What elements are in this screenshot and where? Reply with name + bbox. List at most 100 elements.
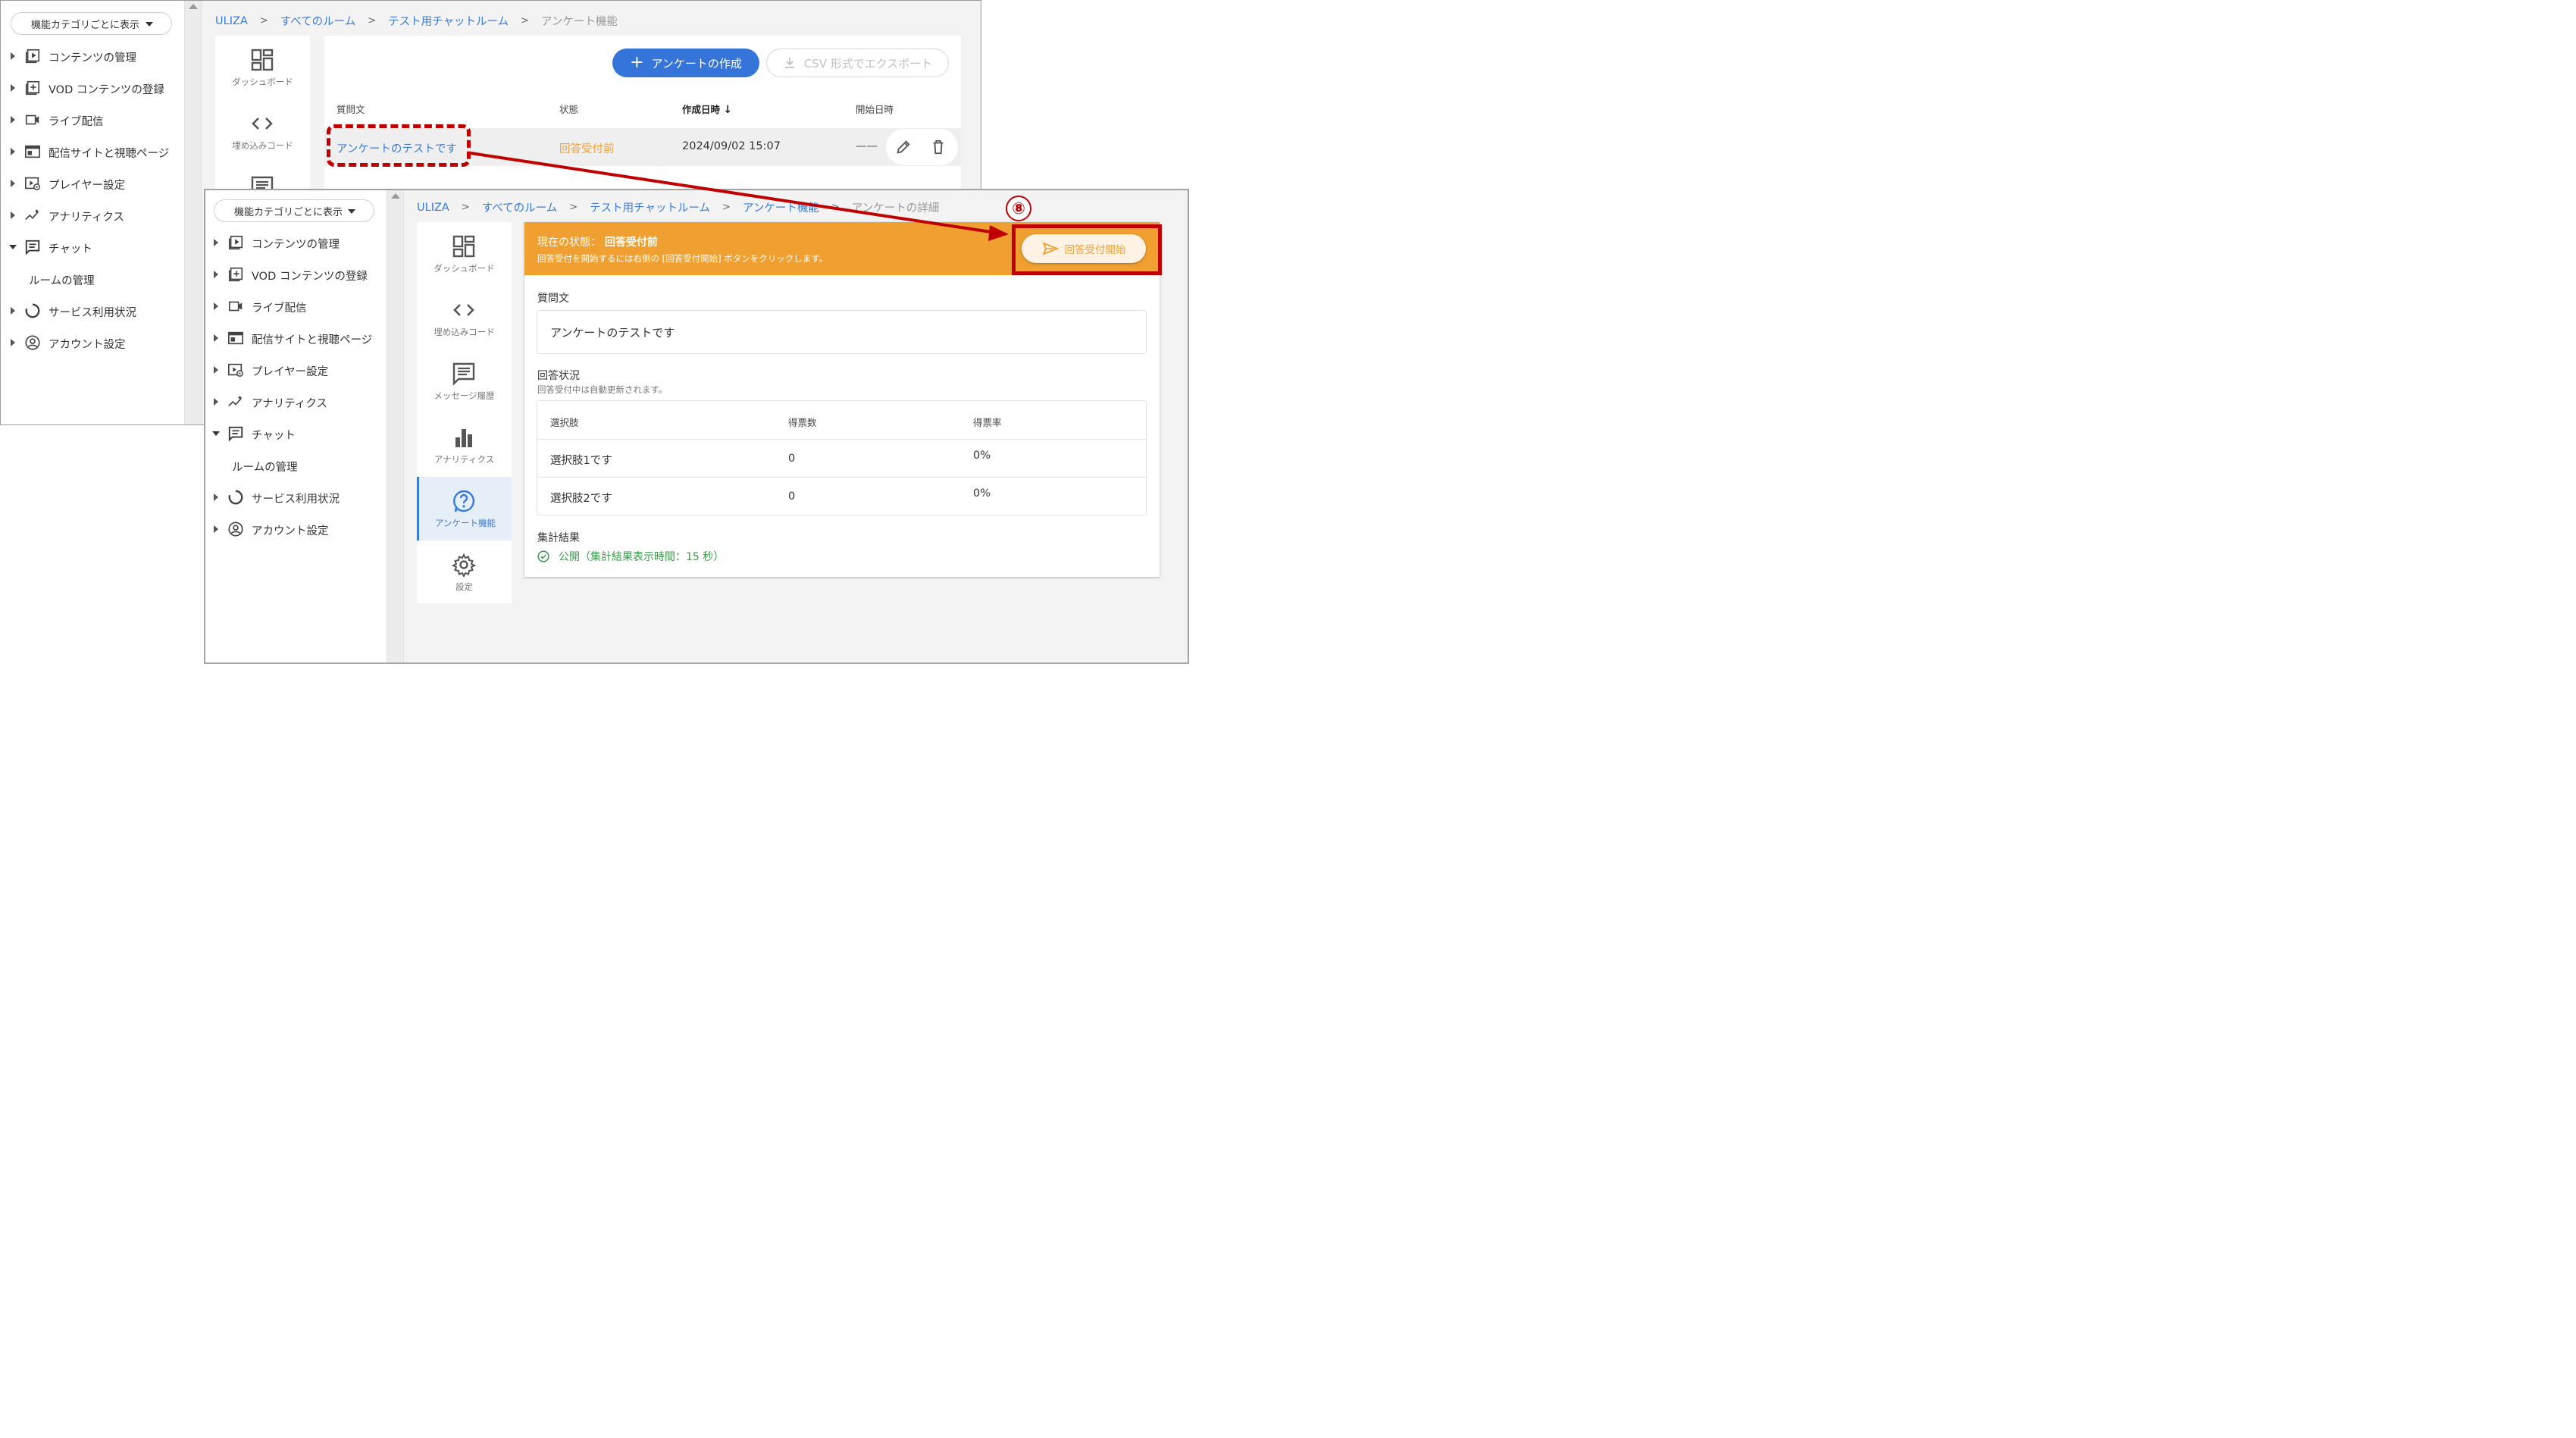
col-started: 開始日時 [856, 104, 894, 115]
func-nav-messages[interactable]: メッセージ履歴 [417, 349, 512, 413]
dashboard-icon [251, 49, 274, 71]
func-nav-survey[interactable]: アンケート機能 [417, 477, 512, 540]
sidebar-item-vod-register[interactable]: VOD コンテンツの登録 [1, 72, 184, 104]
breadcrumb-separator: > [461, 202, 470, 213]
edit-pencil-icon[interactable] [895, 139, 912, 155]
breadcrumb-link[interactable]: すべてのルーム [280, 13, 355, 29]
survey-detail-window: 機能カテゴリごとに表示 コンテンツの管理 VOD コンテンツの登録 ライブ配信 [205, 190, 1188, 663]
scroll-up-icon[interactable] [189, 4, 198, 9]
sidebar-item-contents[interactable]: コンテンツの管理 [1, 40, 184, 72]
breadcrumb-separator: > [368, 15, 377, 27]
sidebar-item-label: アカウント設定 [252, 525, 329, 537]
table-header: 質問文 状態 作成日時 ↓ 開始日時 [324, 99, 961, 127]
sidebar-scrollbar[interactable] [185, 1, 202, 425]
breadcrumb-link[interactable]: テスト用チャットルーム [590, 199, 710, 215]
expand-arrow-icon [214, 239, 218, 246]
breadcrumb-link[interactable]: アンケート機能 [743, 199, 819, 215]
sidebar-item-vod-register[interactable]: VOD コンテンツの登録 [205, 258, 387, 290]
sidebar-scrollbar[interactable] [387, 190, 404, 663]
breadcrumb-link[interactable]: テスト用チャットルーム [388, 13, 509, 29]
status-text: 回答受付前 [559, 143, 615, 155]
sidebar-item-live[interactable]: ライブ配信 [205, 290, 387, 322]
csv-export-button[interactable]: CSV 形式でエクスポート [766, 49, 949, 77]
download-icon [784, 58, 794, 68]
breadcrumb-link[interactable]: すべてのルーム [482, 199, 557, 215]
rate-cell: 0% [973, 450, 991, 462]
sidebar-item-label: VOD コンテンツの登録 [252, 271, 368, 283]
sidebar-item-chat[interactable]: チャット [1, 231, 184, 263]
sidebar-item-account[interactable]: アカウント設定 [1, 327, 184, 359]
rate-cell: 0% [973, 487, 991, 500]
func-nav-dashboard[interactable]: ダッシュボード [215, 36, 310, 99]
sidebar-item-player[interactable]: プレイヤー設定 [1, 168, 184, 199]
expand-arrow-icon [214, 525, 218, 533]
breadcrumb-link[interactable]: ULIZA [215, 15, 248, 27]
plus-icon: + [630, 53, 644, 72]
expand-arrow-icon [11, 84, 15, 92]
sidebar-subitem-rooms[interactable]: ルームの管理 [205, 450, 387, 481]
start-accepting-button[interactable]: 回答受付開始 [1022, 234, 1146, 263]
usage-ring-icon [25, 303, 40, 318]
chevron-down-icon [348, 209, 355, 214]
expand-arrow-icon [214, 366, 218, 374]
col-votes: 得票数 [788, 417, 817, 428]
breadcrumb-current: アンケート機能 [540, 16, 618, 28]
sidebar-item-sites[interactable]: 配信サイトと視聴ページ [1, 136, 184, 168]
current-state-prefix: 現在の状態： [537, 237, 601, 249]
create-survey-button[interactable]: + アンケートの作成 [612, 49, 759, 77]
expand-arrow-icon [11, 211, 15, 219]
play-box-icon [25, 49, 40, 64]
scroll-up-icon[interactable] [391, 193, 400, 199]
sidebar-item-analytics[interactable]: アナリティクス [1, 199, 184, 231]
func-nav-embed-code[interactable]: 埋め込みコード [417, 286, 512, 349]
answers-note: 回答受付中は自動更新されます。 [537, 384, 668, 395]
message-history-icon [452, 362, 475, 386]
breadcrumb-separator: > [722, 202, 731, 213]
check-circle-icon [537, 550, 549, 562]
expand-arrow-icon [214, 334, 218, 342]
sidebar-subitem-rooms[interactable]: ルームの管理 [1, 263, 184, 295]
sidebar-item-usage[interactable]: サービス利用状況 [1, 295, 184, 327]
csv-export-label: CSV 形式でエクスポート [803, 56, 933, 70]
start-accepting-label: 回答受付開始 [1064, 244, 1126, 256]
expand-arrow-icon [214, 271, 218, 278]
send-icon [1041, 242, 1059, 255]
expand-arrow-icon [214, 493, 218, 501]
sidebar-item-account[interactable]: アカウント設定 [205, 513, 387, 545]
account-icon [228, 522, 243, 537]
table-row[interactable]: アンケートのテストです 回答受付前 2024/09/02 15:07 —— [324, 128, 961, 166]
col-created[interactable]: 作成日時 ↓ [682, 102, 732, 116]
chat-icon [25, 240, 40, 255]
video-camera-icon [228, 301, 243, 312]
breadcrumb: ULIZA > すべてのルーム > テスト用チャットルーム > アンケート機能 [215, 13, 618, 29]
sidebar-item-chat[interactable]: チャット [205, 418, 387, 450]
func-nav-analytics[interactable]: アナリティクス [417, 413, 512, 477]
sidebar-item-usage[interactable]: サービス利用状況 [205, 481, 387, 513]
expand-arrow-icon [214, 302, 218, 310]
survey-question-icon [453, 490, 475, 512]
sidebar-item-live[interactable]: ライブ配信 [1, 104, 184, 136]
sidebar-item-label: ライブ配信 [49, 116, 104, 128]
sidebar-item-label: サービス利用状況 [49, 307, 136, 319]
func-nav-settings[interactable]: 設定 [417, 540, 512, 604]
sidebar-item-label: プレイヤー設定 [49, 180, 126, 192]
sidebar-item-sites[interactable]: 配信サイトと視聴ページ [205, 322, 387, 354]
sidebar-item-contents[interactable]: コンテンツの管理 [205, 227, 387, 258]
question-link[interactable]: アンケートのテストです [336, 140, 457, 156]
gear-icon [452, 553, 476, 577]
current-state: 現在の状態： 回答受付前 [537, 234, 658, 249]
category-select-label: 機能カテゴリごとに表示 [234, 206, 343, 218]
sidebar-item-player[interactable]: プレイヤー設定 [205, 354, 387, 386]
func-nav-embed-code[interactable]: 埋め込みコード [215, 99, 310, 163]
sidebar-item-label: アカウント設定 [49, 339, 126, 351]
func-nav-dashboard[interactable]: ダッシュボード [417, 222, 512, 286]
category-select[interactable]: 機能カテゴリごとに表示 [11, 12, 172, 35]
breadcrumb-link[interactable]: ULIZA [417, 202, 449, 214]
table-row: 選択肢2です 0 0% [537, 478, 1146, 515]
func-nav-label: アナリティクス [434, 454, 495, 465]
expand-arrow-icon [11, 116, 15, 124]
chat-icon [228, 426, 243, 442]
sidebar-item-analytics[interactable]: アナリティクス [205, 386, 387, 418]
delete-trash-icon[interactable] [930, 139, 947, 155]
category-select[interactable]: 機能カテゴリごとに表示 [214, 199, 374, 222]
